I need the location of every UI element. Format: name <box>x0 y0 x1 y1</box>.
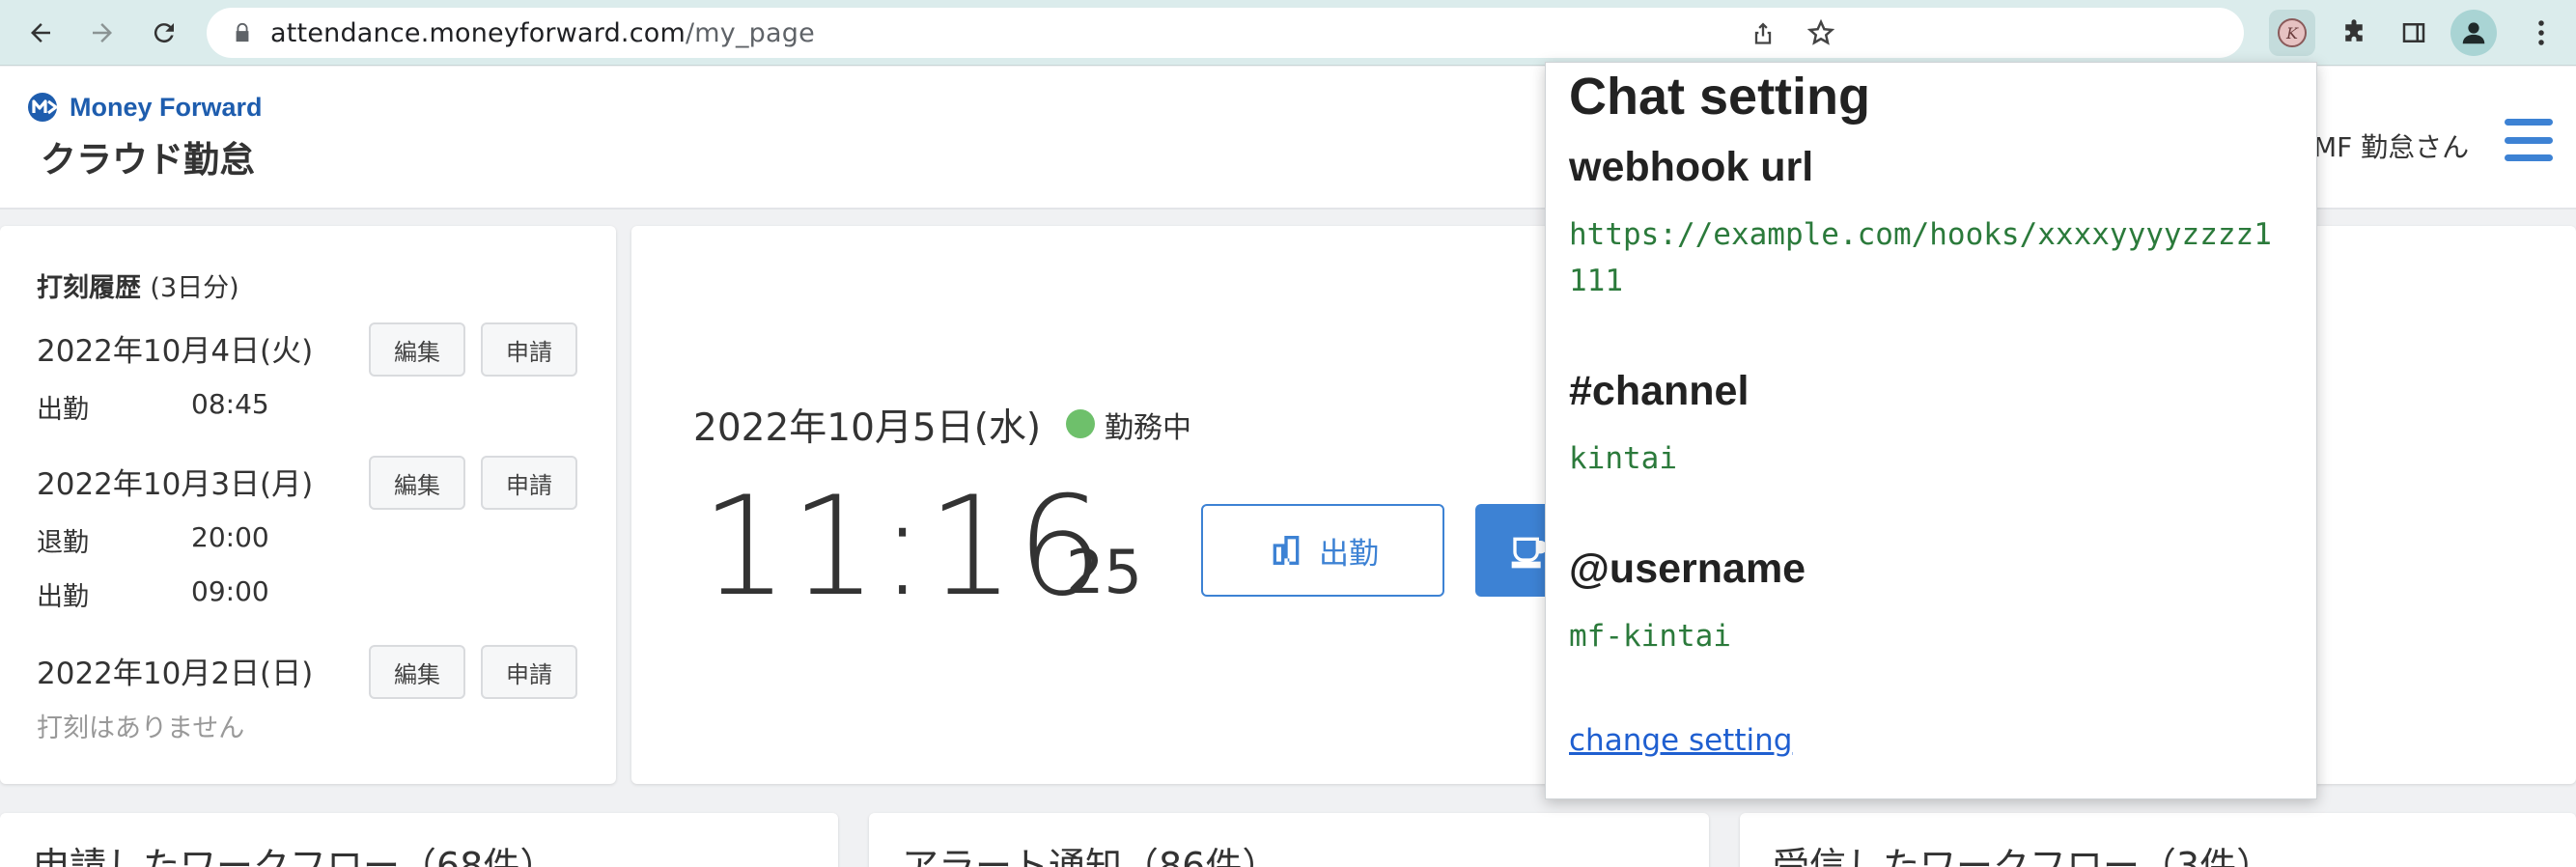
hamburger-menu-icon[interactable] <box>2505 119 2553 161</box>
history-title: 打刻履歴 (3日分) <box>37 273 239 303</box>
alert-card[interactable]: アラート通知（86件） <box>869 813 1709 867</box>
record-time: 20:00 <box>191 521 269 553</box>
chat-setting-popup: Chat setting webhook url https://example… <box>1545 62 2317 799</box>
edit-button[interactable]: 編集 <box>369 645 465 699</box>
lock-icon <box>236 22 249 42</box>
history-day-date: 2022年10月4日(火) <box>37 334 314 369</box>
popup-title: Chat setting <box>1569 68 1871 126</box>
building-icon <box>1273 536 1300 565</box>
current-date: 2022年10月5日(水) <box>693 406 1042 450</box>
channel-value: kintai <box>1569 441 1677 476</box>
share-button[interactable] <box>1748 17 1778 48</box>
change-setting-link[interactable]: change setting <box>1569 723 1792 758</box>
card-title: 申請したワークフロー（68件） <box>33 845 557 867</box>
history-day-date: 2022年10月2日(日) <box>37 657 314 691</box>
money-forward-logo-icon <box>28 93 58 122</box>
record-type: 退勤 <box>37 528 89 558</box>
forward-arrow-icon <box>93 23 112 42</box>
record-type: 出勤 <box>37 395 89 425</box>
share-icon <box>1754 22 1772 44</box>
person-icon <box>2462 22 2485 44</box>
username-label: @username <box>1569 545 1806 592</box>
url-text: attendance.moneyforward.com/my_page <box>270 18 815 48</box>
username-value: mf-kintai <box>1569 619 1731 654</box>
record-time: 08:45 <box>191 388 269 420</box>
reload-icon <box>154 23 174 43</box>
browser-menu-button[interactable] <box>2518 10 2564 56</box>
puzzle-icon <box>2345 19 2363 42</box>
kintai-extension-button[interactable]: K <box>2269 10 2315 56</box>
clock-in-label: 出勤 <box>1319 536 1379 572</box>
channel-label: #channel <box>1569 368 1750 414</box>
request-button[interactable]: 申請 <box>481 645 577 699</box>
back-arrow-icon <box>31 23 50 42</box>
back-button[interactable] <box>17 10 64 56</box>
user-name[interactable]: MF 勤怠さん <box>2313 126 2469 165</box>
received-workflow-card[interactable]: 受信したワークフロー（3件） <box>1740 813 2576 867</box>
star-icon <box>1806 18 1835 45</box>
clock-in-button[interactable]: 出勤 <box>1201 504 1444 597</box>
side-panel-icon <box>2402 23 2425 42</box>
working-status-dot <box>1066 409 1095 438</box>
logo[interactable]: Money Forward <box>27 92 263 123</box>
record-type: 出勤 <box>37 582 89 612</box>
kintai-extension-icon: K <box>2278 18 2307 47</box>
avatar <box>2450 10 2497 56</box>
logo-text: Money Forward <box>70 92 263 122</box>
kebab-menu-icon <box>2538 20 2544 45</box>
extensions-button[interactable] <box>2331 10 2377 56</box>
punch-history-card: 打刻履歴 (3日分) 2022年10月4日(火) 編集 申請 出勤 08:45 … <box>0 226 616 784</box>
current-seconds: 25 <box>1066 537 1142 607</box>
webhook-value: https://example.com/hooks/xxxxyyyyzzzz11… <box>1569 217 2272 298</box>
forward-button[interactable] <box>79 10 126 56</box>
working-status: 勤務中 <box>1105 411 1191 445</box>
address-bar[interactable]: attendance.moneyforward.com/my_page <box>207 8 2244 58</box>
bookmark-button[interactable] <box>1806 17 1836 48</box>
reload-button[interactable] <box>141 10 187 56</box>
sent-workflow-card[interactable]: 申請したワークフロー（68件） <box>0 813 838 867</box>
profile-button[interactable] <box>2450 10 2497 56</box>
edit-button[interactable]: 編集 <box>369 322 465 377</box>
request-button[interactable]: 申請 <box>481 456 577 510</box>
record-time: 09:00 <box>191 575 269 607</box>
app-name: クラウド勤怠 <box>41 139 255 181</box>
browser-toolbar: attendance.moneyforward.com/my_page K <box>0 0 2576 66</box>
webhook-label: webhook url <box>1569 144 1814 190</box>
no-records-text: 打刻はありません <box>37 713 245 743</box>
side-panel-button[interactable] <box>2391 10 2437 56</box>
history-day-date: 2022年10月3日(月) <box>37 467 314 502</box>
card-title: アラート通知（86件） <box>902 845 1279 867</box>
coffee-cup-icon <box>1511 537 1548 569</box>
request-button[interactable]: 申請 <box>481 322 577 377</box>
card-title: 受信したワークフロー（3件） <box>1773 845 2274 867</box>
current-time: 11:16 <box>701 467 1106 627</box>
edit-button[interactable]: 編集 <box>369 456 465 510</box>
